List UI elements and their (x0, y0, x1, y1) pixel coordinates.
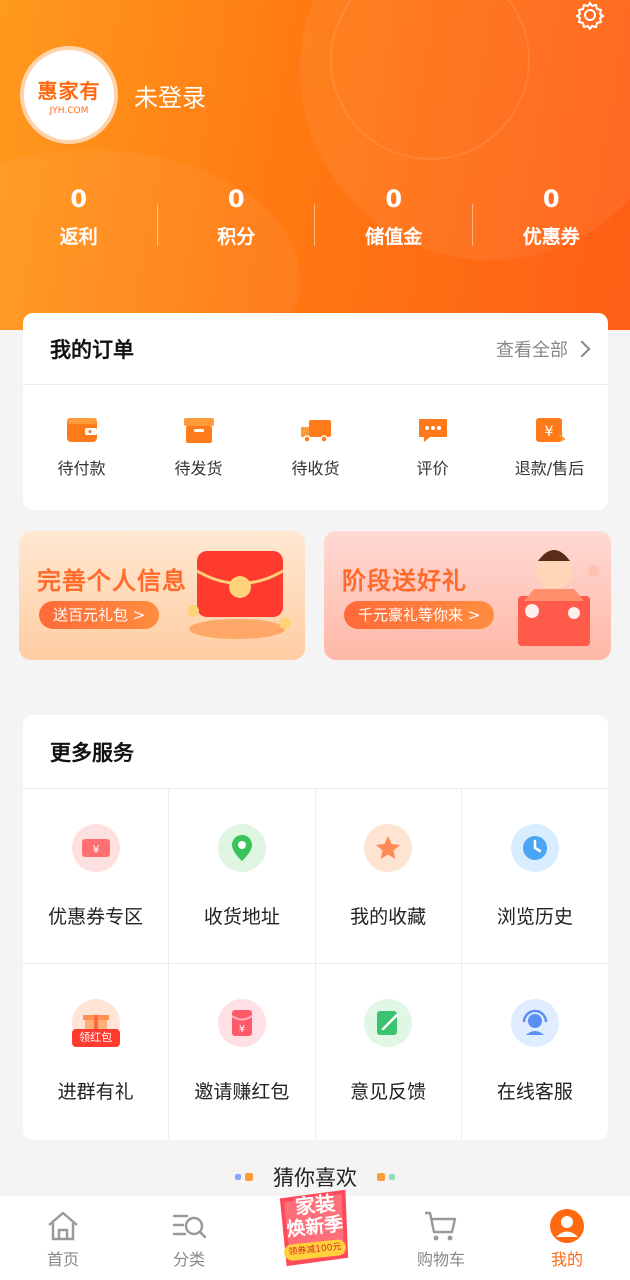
orders-card: 我的订单 查看全部 待付款 待发货 待收货 评价 ¥ 退款/售后 (23, 313, 608, 510)
services-header: 更多服务 (23, 715, 608, 789)
star-icon (364, 823, 413, 872)
service-label: 收货地址 (203, 905, 280, 928)
cart-icon (425, 1211, 457, 1241)
order-status-row: 待付款 待发货 待收货 评价 ¥ 退款/售后 (23, 385, 608, 509)
banner-cta: 千元豪礼等你来 > (344, 601, 495, 629)
red-envelope-icon: ¥ (217, 999, 266, 1047)
order-item-label: 待付款 (57, 459, 106, 478)
svg-text:¥: ¥ (92, 843, 99, 856)
gift-box-illustration (518, 550, 600, 646)
service-label: 优惠券专区 (48, 905, 144, 928)
nav-cart[interactable]: 购物车 (378, 1196, 504, 1280)
nav-profile[interactable]: 我的 (504, 1196, 630, 1280)
home-renovation-promo-badge[interactable]: 家装 焕新季 领券减100元 (276, 1188, 354, 1268)
chevron-right-icon (573, 340, 591, 357)
service-label: 在线客服 (496, 1081, 573, 1103)
order-item-label: 待发货 (174, 459, 223, 478)
order-pending-shipment[interactable]: 待发货 (140, 415, 257, 479)
service-join-group[interactable]: 领红包 进群有礼 (23, 964, 170, 1139)
banner-title: 完善个人信息 (37, 567, 187, 595)
nav-label: 首页 (46, 1250, 79, 1269)
nav-category[interactable]: 分类 (126, 1196, 252, 1280)
login-status[interactable]: 未登录 (134, 78, 206, 113)
stat-rebate[interactable]: 0 返利 (0, 180, 158, 260)
coupon-icon: ¥ (71, 823, 120, 872)
services-card: 更多服务 ¥ 优惠券专区 收货地址 我的收藏 浏览历史 领红包 进群有礼 ¥ 邀… (23, 715, 608, 1140)
order-pending-payment[interactable]: 待付款 (23, 415, 140, 479)
orders-title: 我的订单 (50, 337, 134, 362)
stat-label: 储值金 (365, 226, 423, 248)
stat-label: 积分 (217, 226, 256, 248)
box-icon (183, 418, 214, 443)
settings-gear-icon[interactable] (573, 0, 607, 30)
avatar[interactable]: 惠家有 JYH.COM (20, 46, 118, 144)
banner-title: 阶段送好礼 (342, 567, 467, 595)
service-label: 浏览历史 (496, 905, 573, 928)
stat-coupons[interactable]: 0 优惠券 (473, 180, 630, 260)
order-review[interactable]: 评价 (374, 415, 491, 479)
service-feedback[interactable]: 意见反馈 (316, 964, 462, 1139)
gift-icon: 领红包 (71, 999, 120, 1047)
stat-value: 0 (385, 185, 403, 213)
service-label: 邀请赚红包 (194, 1081, 290, 1103)
order-item-label: 评价 (416, 459, 449, 478)
stat-stored-value[interactable]: 0 储值金 (315, 180, 473, 260)
truck-icon (300, 420, 331, 443)
wallet-icon (66, 418, 97, 442)
location-icon (217, 823, 266, 872)
order-item-label: 退款/售后 (514, 459, 585, 478)
order-pending-receipt[interactable]: 待收货 (257, 415, 374, 479)
refund-icon: ¥ (535, 418, 566, 442)
headset-icon (510, 999, 559, 1047)
order-refund[interactable]: ¥ 退款/售后 (491, 415, 608, 479)
stage-gift-banner[interactable]: 阶段送好礼 千元豪礼等你来 > (324, 531, 611, 660)
service-label: 进群有礼 (57, 1081, 134, 1103)
service-label: 我的收藏 (350, 905, 427, 928)
services-title: 更多服务 (50, 740, 134, 765)
service-coupon-zone[interactable]: ¥ 优惠券专区 (23, 789, 170, 964)
stat-value: 0 (70, 185, 88, 213)
stat-label: 优惠券 (522, 226, 580, 248)
brand-logo-sub: JYH.COM (49, 105, 89, 116)
nav-home[interactable]: 首页 (0, 1196, 126, 1280)
service-history[interactable]: 浏览历史 (461, 789, 608, 964)
chat-icon (418, 419, 447, 442)
clock-icon (510, 823, 559, 872)
service-label: 意见反馈 (350, 1081, 427, 1103)
nav-label: 购物车 (416, 1250, 465, 1269)
home-icon (48, 1211, 78, 1241)
view-all-label: 查看全部 (496, 339, 568, 361)
stat-points[interactable]: 0 积分 (158, 180, 315, 260)
profile-header: 惠家有 JYH.COM 未登录 0 返利 0 积分 0 储值金 0 优惠券 (0, 0, 630, 330)
nav-label: 我的 (550, 1250, 583, 1269)
profile-info-banner[interactable]: 完善个人信息 送百元礼包 > (19, 531, 305, 660)
red-packet-badge: 领红包 (71, 1029, 120, 1047)
service-customer-support[interactable]: 在线客服 (462, 964, 608, 1139)
service-address[interactable]: 收货地址 (169, 789, 316, 964)
account-stats: 0 返利 0 积分 0 储值金 0 优惠券 (0, 180, 630, 260)
orders-header: 我的订单 查看全部 (23, 313, 608, 385)
stat-value: 0 (227, 185, 245, 213)
feedback-icon (364, 999, 413, 1047)
profile-icon (550, 1209, 584, 1243)
left-dots-decoration (235, 1173, 253, 1181)
order-item-label: 待收货 (291, 459, 340, 478)
services-grid: ¥ 优惠券专区 收货地址 我的收藏 浏览历史 领红包 进群有礼 ¥ 邀请赚红包 … (23, 789, 608, 1139)
right-dots-decoration (377, 1173, 395, 1181)
stat-label: 返利 (59, 226, 98, 248)
stat-value: 0 (542, 185, 560, 213)
gift-envelope-illustration (187, 551, 291, 639)
category-search-icon (172, 1214, 207, 1239)
service-favorites[interactable]: 我的收藏 (315, 789, 462, 964)
banner-cta: 送百元礼包 > (39, 601, 160, 629)
brand-logo-text: 惠家有 (37, 78, 101, 103)
view-all-orders-link[interactable]: 查看全部 (496, 336, 591, 362)
service-invite[interactable]: ¥ 邀请赚红包 (169, 964, 316, 1139)
svg-text:¥: ¥ (239, 1024, 245, 1035)
nav-label: 分类 (172, 1250, 205, 1269)
svg-text:¥: ¥ (544, 424, 553, 440)
